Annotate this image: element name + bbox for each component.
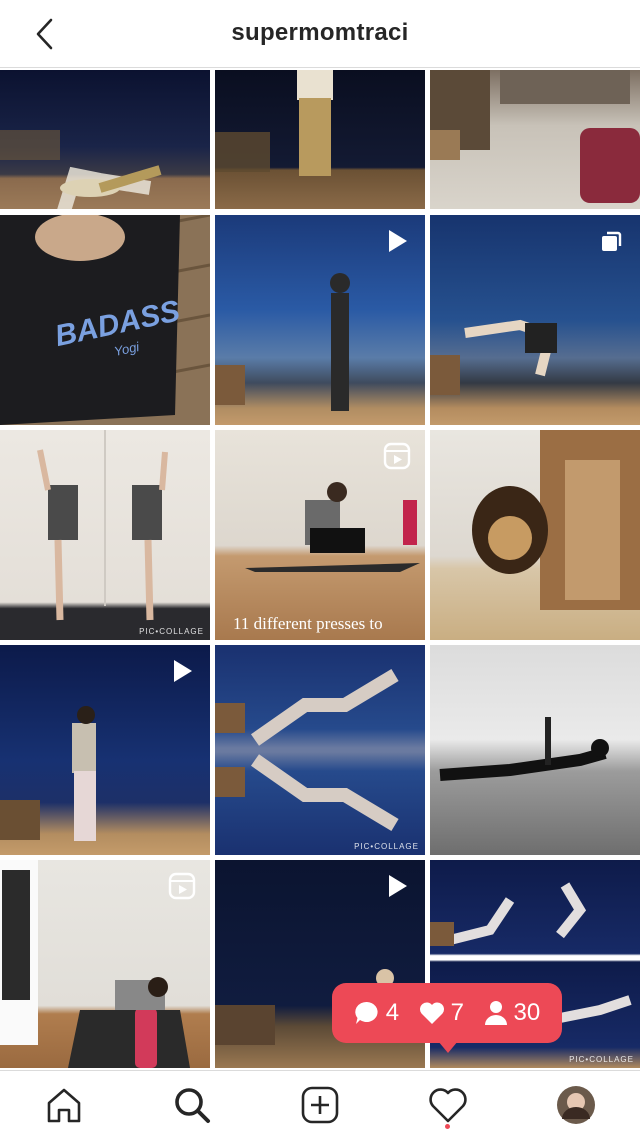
post-tile[interactable]	[0, 860, 210, 1068]
post-image	[430, 70, 640, 203]
comment-icon	[355, 1001, 378, 1024]
post-image	[439, 717, 609, 781]
post-image	[0, 130, 162, 209]
heart-icon	[419, 1002, 444, 1024]
video-badge-icon	[389, 875, 407, 897]
activity-notification[interactable]: 4 7 30	[332, 983, 562, 1043]
post-tile[interactable]: PIC•COLLAGE	[0, 430, 210, 640]
post-tile[interactable]	[430, 430, 640, 640]
post-image	[472, 430, 640, 610]
follows-count: 30	[484, 999, 540, 1027]
person-icon	[484, 1001, 507, 1025]
post-tile[interactable]	[430, 645, 640, 855]
post-tile[interactable]	[430, 215, 640, 425]
carousel-badge-icon	[602, 231, 622, 251]
post-tile[interactable]: BADASS Yogi	[0, 215, 210, 425]
post-image	[37, 430, 168, 621]
reel-badge-icon	[383, 442, 411, 470]
watermark: PIC•COLLAGE	[354, 842, 419, 851]
post-tile[interactable]	[215, 215, 425, 425]
watermark: PIC•COLLAGE	[569, 1055, 634, 1064]
search-icon	[175, 1088, 210, 1123]
nav-search-button[interactable]	[170, 1083, 214, 1127]
post-tile[interactable]	[0, 645, 210, 855]
post-tile[interactable]	[0, 70, 210, 209]
home-icon	[47, 1088, 81, 1123]
likes-count: 7	[419, 999, 464, 1027]
top-bar: supermomtraci	[0, 0, 640, 68]
video-badge-icon	[174, 660, 192, 682]
bottom-navigation	[0, 1070, 640, 1138]
profile-username[interactable]: supermomtraci	[0, 19, 640, 47]
reel-badge-icon	[168, 872, 196, 900]
activity-heart-icon	[429, 1088, 467, 1123]
post-caption: 11 different presses to	[233, 614, 383, 633]
post-image: BADASS Yogi	[0, 215, 210, 425]
nav-new-post-button[interactable]	[298, 1083, 342, 1127]
post-image	[215, 668, 399, 832]
notification-pointer	[438, 1041, 458, 1053]
comments-count: 4	[354, 999, 399, 1027]
nav-home-button[interactable]	[42, 1083, 86, 1127]
watermark: PIC•COLLAGE	[139, 627, 204, 636]
post-tile[interactable]	[430, 70, 640, 209]
nav-profile-button[interactable]	[554, 1083, 598, 1127]
nav-activity-button[interactable]	[426, 1083, 470, 1127]
video-badge-icon	[389, 230, 407, 252]
post-tile[interactable]: 11 different presses to	[215, 430, 425, 640]
profile-avatar	[557, 1086, 595, 1124]
post-tile[interactable]: PIC•COLLAGE	[215, 645, 425, 855]
post-image	[215, 70, 333, 176]
activity-indicator-dot	[445, 1124, 450, 1129]
new-post-icon	[301, 1086, 339, 1124]
post-tile[interactable]	[215, 70, 425, 209]
